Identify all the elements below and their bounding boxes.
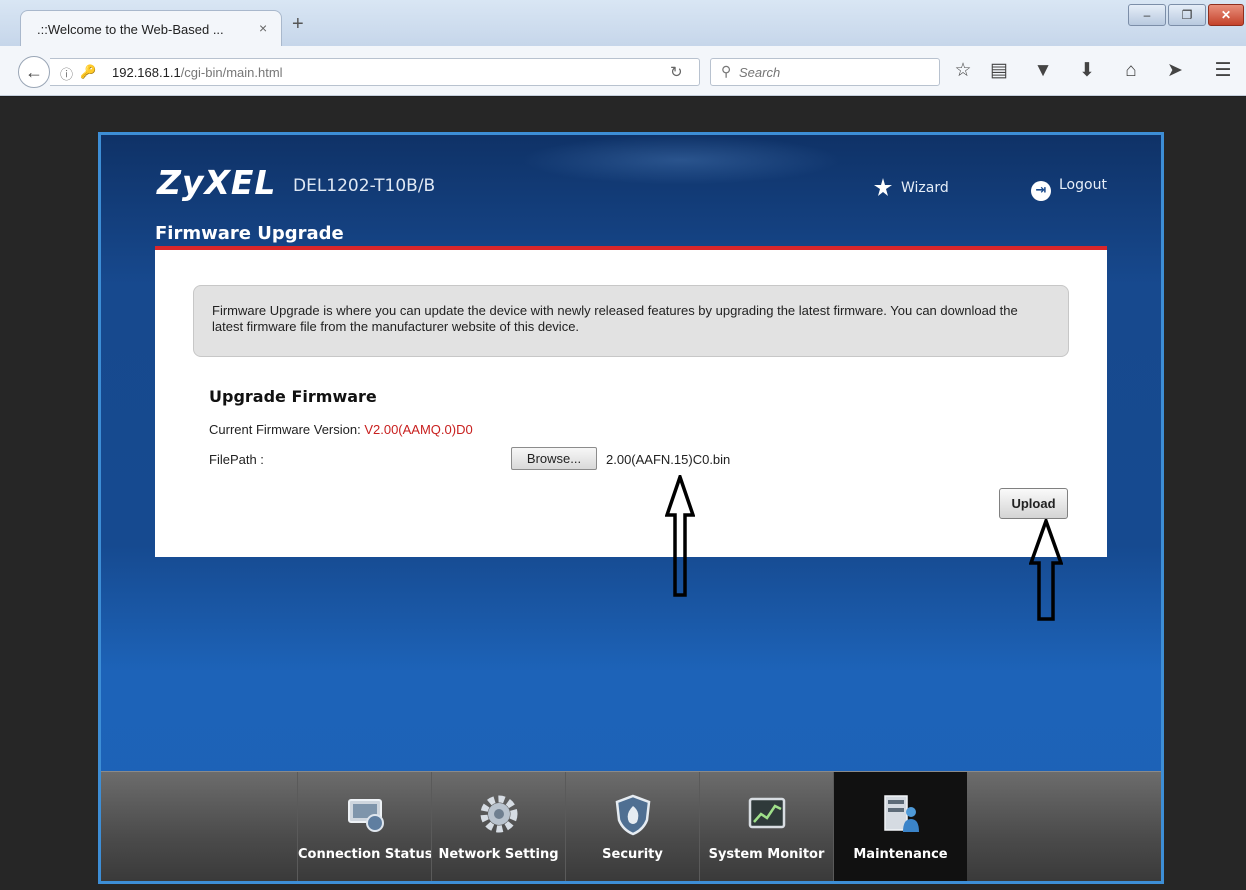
reload-icon[interactable]: ↻ [670, 63, 683, 81]
nav-label: System Monitor [708, 847, 825, 862]
current-firmware-value: V2.00(AAMQ.0)D0 [364, 422, 473, 437]
browser-tab[interactable]: .::Welcome to the Web-Based ... × [20, 10, 282, 46]
zyxel-logo: ZyXEL [157, 163, 277, 202]
star-icon[interactable]: ☆ [950, 58, 976, 84]
annotation-arrow-upload [1029, 519, 1063, 621]
connection-status-icon [347, 799, 384, 832]
bottom-navigation: Connection Status Network Setting Securi… [101, 771, 1161, 881]
search-input[interactable] [739, 62, 929, 82]
tab-close-icon[interactable]: × [259, 20, 267, 36]
logout-label: Logout [1059, 177, 1107, 193]
filepath-label: FilePath : [209, 452, 264, 467]
selected-file-name: 2.00(AAFN.15)C0.bin [606, 452, 731, 467]
close-icon: ✕ [1220, 8, 1232, 22]
wizard-label: Wizard [901, 180, 949, 196]
security-shield-icon [615, 794, 650, 836]
nav-connection-status[interactable]: Connection Status [297, 772, 433, 881]
model-name: DEL1202-T10B/B [293, 176, 436, 196]
wizard-icon [874, 178, 892, 196]
browse-button[interactable]: Browse... [511, 447, 597, 470]
upload-button[interactable]: Upload [999, 488, 1068, 519]
nav-label: Connection Status [298, 847, 433, 862]
close-window-button[interactable]: ✕ [1208, 4, 1244, 26]
tab-title: .::Welcome to the Web-Based ... [37, 22, 224, 37]
maximize-button[interactable]: ❐ [1168, 4, 1206, 26]
nav-label: Security [602, 847, 663, 862]
site-info-icon[interactable]: ⓘ [60, 64, 73, 83]
header-glow [521, 135, 841, 185]
annotation-arrow-browse [665, 475, 695, 597]
menu-icon[interactable]: ☰ [1210, 58, 1236, 84]
system-monitor-chart-icon [748, 797, 785, 829]
nav-security[interactable]: Security [565, 772, 699, 881]
search-icon: ⚲ [721, 63, 732, 79]
nav-label: Maintenance [853, 847, 948, 862]
nav-maintenance[interactable]: Maintenance [833, 772, 967, 881]
reading-list-icon[interactable]: ▤ [986, 58, 1012, 84]
page-title: Firmware Upgrade [155, 223, 344, 244]
send-icon[interactable]: ➤ [1162, 58, 1188, 84]
nav-network-setting[interactable]: Network Setting [431, 772, 565, 881]
wizard-link[interactable]: Wizard [873, 177, 949, 197]
search-bar[interactable]: ⚲ [710, 58, 940, 86]
pocket-icon[interactable]: ▼ [1030, 58, 1056, 84]
maximize-icon: ❐ [1181, 8, 1193, 22]
logout-link[interactable]: ⇥ Logout [1031, 177, 1107, 201]
network-setting-gear-icon [480, 795, 517, 833]
address-bar[interactable]: ⓘ 🔑 192.168.1.1/cgi-bin/main.html ↻ [50, 58, 700, 86]
current-firmware-row: Current Firmware Version: V2.00(AAMQ.0)D… [209, 422, 473, 437]
home-icon[interactable]: ⌂ [1118, 58, 1144, 84]
key-icon[interactable]: 🔑 [80, 64, 96, 80]
browser-titlebar: .::Welcome to the Web-Based ... × + – ❐ … [0, 0, 1246, 46]
content-panel: Firmware Upgrade is where you can update… [155, 250, 1107, 557]
section-title: Upgrade Firmware [209, 387, 377, 406]
back-button[interactable]: ← [18, 56, 50, 88]
logout-icon: ⇥ [1031, 181, 1051, 201]
nav-system-monitor[interactable]: System Monitor [699, 772, 833, 881]
router-admin-panel: ZyXEL DEL1202-T10B/B Wizard ⇥ Logout Firm… [98, 132, 1164, 884]
info-notice: Firmware Upgrade is where you can update… [193, 285, 1069, 357]
url-text[interactable]: 192.168.1.1/cgi-bin/main.html [112, 65, 283, 80]
browser-navbar: ← ⓘ 🔑 192.168.1.1/cgi-bin/main.html ↻ ⚲ … [0, 46, 1246, 96]
minimize-button[interactable]: – [1128, 4, 1166, 26]
current-firmware-label: Current Firmware Version: [209, 422, 365, 437]
download-icon[interactable]: ⬇ [1074, 58, 1100, 84]
maintenance-icon [883, 795, 919, 832]
new-tab-button[interactable]: + [292, 14, 304, 34]
nav-label: Network Setting [438, 847, 559, 862]
minimize-icon: – [1143, 8, 1151, 22]
